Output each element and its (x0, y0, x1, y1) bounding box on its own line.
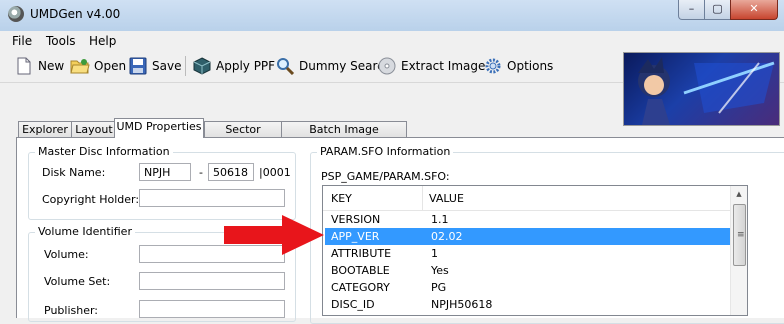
row-value: PG (431, 281, 447, 294)
maximize-icon: ▢ (712, 2, 723, 15)
row-value: Yes (431, 264, 449, 277)
tab-explorer[interactable]: Explorer (18, 121, 72, 138)
row-key: CATEGORY (331, 281, 390, 294)
volume-set-label: Volume Set: (44, 275, 111, 288)
title-bar: UMDGen v4.00 – ▢ ✕ (0, 0, 784, 31)
open-button[interactable]: Open (70, 56, 126, 76)
scroll-up-arrow-icon[interactable]: ▲ (731, 186, 747, 203)
disk-name-label: Disk Name: (42, 166, 106, 179)
save-disk-icon (129, 57, 147, 75)
options-button[interactable]: Options (483, 56, 553, 76)
cube-icon (193, 57, 211, 75)
grip-icon: ≡ (737, 230, 745, 240)
copyright-holder-label: Copyright Holder: (42, 193, 140, 206)
row-key: ATTRIBUTE (331, 247, 392, 260)
minimize-icon: – (688, 2, 695, 15)
row-key: DISC_ID (331, 298, 375, 311)
new-label: New (38, 59, 65, 73)
options-label: Options (507, 59, 554, 73)
dummy-search-button[interactable]: Dummy Search (275, 56, 391, 76)
disk-suffix-label: |0001 (259, 166, 291, 179)
volume-label: Volume: (44, 248, 89, 261)
row-key: VERSION (331, 213, 381, 226)
list-row[interactable]: CATEGORY PG (325, 279, 730, 296)
save-label: Save (152, 59, 182, 73)
copyright-holder-field[interactable] (139, 189, 285, 207)
disk-name-dash: - (199, 166, 203, 179)
menu-help[interactable]: Help (89, 34, 116, 48)
toolbar-separator (185, 56, 186, 76)
apply-ppf-button[interactable]: Apply PPF (192, 56, 275, 76)
magnifier-icon (277, 58, 295, 75)
menu-bar: File Tools Help (0, 31, 784, 50)
maximize-button[interactable]: ▢ (704, 0, 731, 20)
disk-number-field[interactable]: 50618 (208, 163, 254, 181)
menu-tools[interactable]: Tools (46, 34, 76, 48)
open-label: Open (94, 59, 127, 73)
tab-sector-viewer[interactable]: Sector Viewer (204, 121, 282, 152)
publisher-label: Publisher: (44, 304, 99, 317)
row-key: BOOTABLE (331, 264, 390, 277)
new-file-icon (17, 57, 31, 75)
list-row-selected[interactable]: APP_VER 02.02 (325, 228, 730, 245)
list-row[interactable]: DISC_ID NPJH50618 (325, 296, 730, 313)
apply-ppf-label: Apply PPF (216, 59, 276, 73)
row-value: 02.02 (431, 230, 463, 243)
disc-app-icon (8, 6, 24, 22)
close-icon: ✕ (749, 2, 759, 15)
param-sfo-path-label: PSP_GAME/PARAM.SFO: (321, 170, 450, 183)
tab-batch-image-converter[interactable]: Batch Image Converter (281, 121, 407, 152)
column-header-key[interactable]: KEY (331, 192, 352, 205)
save-button[interactable]: Save (128, 56, 181, 76)
master-disc-group-title: Master Disc Information (35, 145, 173, 158)
vertical-scrollbar[interactable]: ▲ ≡ (730, 186, 747, 315)
close-button[interactable]: ✕ (730, 0, 778, 20)
minimize-button[interactable]: – (678, 0, 705, 20)
row-value: 1 (431, 247, 438, 260)
list-row[interactable]: ATTRIBUTE 1 (325, 245, 730, 262)
volume-set-field[interactable] (139, 272, 285, 290)
column-divider[interactable] (422, 186, 423, 210)
publisher-field[interactable] (139, 300, 285, 318)
param-sfo-list[interactable]: KEY VALUE VERSION 1.1 APP_VER 02.02 ATTR… (322, 185, 748, 316)
row-key: APP_VER (331, 230, 380, 243)
param-sfo-group-title: PARAM.SFO Information (317, 145, 454, 158)
scroll-thumb[interactable]: ≡ (733, 204, 746, 266)
gear-icon (485, 58, 501, 74)
window-title: UMDGen v4.00 (30, 7, 121, 21)
row-value: 1.1 (431, 213, 449, 226)
list-row[interactable]: VERSION 1.1 (325, 211, 730, 228)
tab-layout[interactable]: Layout (71, 121, 117, 138)
new-button[interactable]: New (14, 56, 64, 76)
disc-icon (378, 57, 396, 75)
red-arrow-annotation-icon (224, 215, 324, 255)
menu-file[interactable]: File (12, 34, 32, 48)
tab-umd-properties[interactable]: UMD Properties (114, 118, 204, 138)
extract-image-label: Extract Image (401, 59, 486, 73)
list-row[interactable]: BOOTABLE Yes (325, 262, 730, 279)
column-header-value[interactable]: VALUE (429, 192, 464, 205)
game-banner-image (623, 52, 780, 126)
volume-identifier-group-title: Volume Identifier (35, 225, 135, 238)
list-header: KEY VALUE (323, 186, 730, 211)
row-value: NPJH50618 (431, 298, 493, 311)
open-folder-icon (70, 59, 90, 74)
disk-prefix-field[interactable]: NPJH (139, 163, 191, 181)
extract-image-button[interactable]: Extract Image (377, 56, 485, 76)
